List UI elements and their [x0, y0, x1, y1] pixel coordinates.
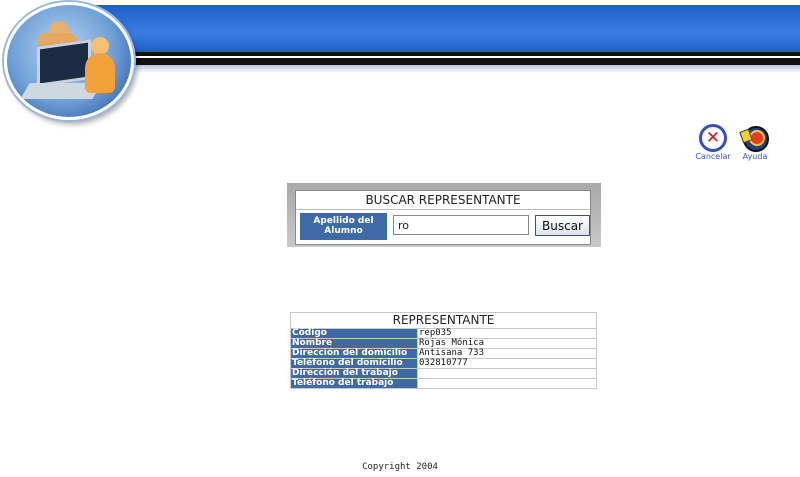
table-row: Dirección del trabajo — [290, 368, 597, 379]
copyright-footer: Copyright 2004 — [362, 462, 438, 472]
table-row: Nombre Rojas Mónica — [290, 338, 597, 349]
row-label: Dirección del trabajo — [290, 368, 418, 379]
row-value — [417, 368, 597, 379]
row-label: Código — [290, 328, 418, 339]
search-form: BUSCAR REPRESENTANTE Apellido del Alumno… — [295, 190, 591, 245]
row-value: rep035 — [417, 328, 597, 339]
user-icon — [85, 53, 115, 93]
help-icon — [739, 124, 770, 152]
cancel-icon: ✕ — [699, 124, 727, 152]
table-row: Código rep035 — [290, 328, 597, 339]
representative-table: REPRESENTANTE Código rep035 Nombre Rojas… — [290, 312, 597, 389]
search-button[interactable]: Buscar — [535, 215, 590, 236]
search-panel: BUSCAR REPRESENTANTE Apellido del Alumno… — [287, 183, 601, 247]
search-title: BUSCAR REPRESENTANTE — [296, 191, 590, 210]
cancel-button[interactable]: ✕ Cancelar — [692, 124, 734, 161]
help-button[interactable]: Ayuda — [734, 124, 776, 161]
banner-black-stripe — [118, 52, 800, 65]
search-field-label: Apellido del Alumno — [300, 213, 387, 240]
app-logo — [4, 2, 134, 120]
table-title: REPRESENTANTE — [290, 312, 597, 329]
computer-icon — [37, 39, 91, 87]
row-label: Dirección del domicilio — [290, 348, 418, 359]
banner-blue-bar — [60, 5, 800, 52]
row-label: Nombre — [290, 338, 418, 349]
table-row: Dirección del domicilio Antisana 733 — [290, 348, 597, 359]
banner-shadow — [118, 65, 800, 73]
row-value: Rojas Mónica — [417, 338, 597, 349]
row-label: Teléfono del trabajo — [290, 378, 418, 389]
table-row: Teléfono del domicilio 032810777 — [290, 358, 597, 369]
help-label: Ayuda — [742, 152, 768, 161]
row-label: Teléfono del domicilio — [290, 358, 418, 369]
row-value: 032810777 — [417, 358, 597, 369]
banner-white-line — [118, 56, 800, 58]
table-row: Teléfono del trabajo — [290, 378, 597, 389]
row-value — [417, 378, 597, 389]
cancel-label: Cancelar — [695, 152, 731, 161]
search-input[interactable] — [393, 215, 529, 235]
row-value: Antisana 733 — [417, 348, 597, 359]
